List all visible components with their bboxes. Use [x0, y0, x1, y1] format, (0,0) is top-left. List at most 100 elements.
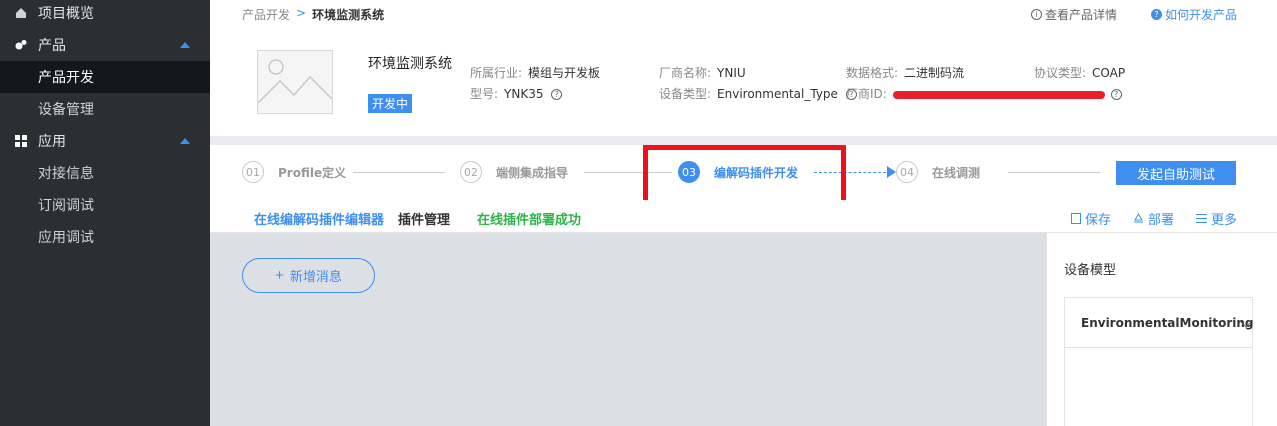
field-value: YNK35 — [504, 87, 544, 101]
action-toolbar: 保存 部署 更多 — [1070, 209, 1237, 228]
app-grid-icon — [14, 134, 28, 148]
sidebar-item-label: 应用 — [38, 134, 66, 150]
product-icon — [14, 38, 28, 52]
step-number: 01 — [242, 161, 264, 183]
more-button[interactable]: 更多 — [1195, 209, 1237, 228]
tab-online-editor[interactable]: 在线编解码插件编辑器 — [254, 209, 385, 236]
codec-editor-canvas[interactable]: + 新增消息 — [210, 233, 1046, 426]
step-number: 04 — [896, 161, 918, 183]
arrow-right-icon — [887, 166, 896, 178]
button-label: 新增消息 — [289, 269, 342, 284]
field-label: 厂商ID: — [846, 87, 887, 101]
sidebar-item-subscription-debug[interactable]: 订阅调试 — [0, 189, 210, 221]
field-value: Environmental_Type — [717, 87, 838, 101]
data-format-field: 数据格式: 二进制码流 — [846, 64, 964, 81]
industry-field: 所属行业: 模组与开发板 — [470, 64, 600, 81]
field-value: 二进制码流 — [904, 66, 965, 80]
deploy-button[interactable]: 部署 — [1133, 209, 1174, 228]
step-connector — [353, 172, 445, 173]
step-number: 02 — [460, 161, 482, 183]
deploy-icon — [1133, 213, 1143, 223]
sidebar-item-label: 设备管理 — [38, 102, 94, 118]
tabs-bar: 在线编解码插件编辑器 插件管理 在线插件部署成功 保存 部署 更多 — [210, 200, 1277, 236]
redacted-value — [892, 90, 1105, 99]
help-icon: ? — [1150, 9, 1162, 20]
sidebar-item-product-dev[interactable]: 产品开发 — [0, 61, 210, 93]
breadcrumb-current: 环境监测系统 — [312, 8, 385, 22]
field-value: 模组与开发板 — [528, 66, 601, 80]
sidebar: 项目概览 产品 产品开发 设备管理 应用 对接信息 订阅调试 应用调试 — [0, 0, 210, 426]
self-test-button[interactable]: 发起自助测试 — [1116, 161, 1236, 185]
status-badge: 开发中 — [368, 94, 413, 113]
field-label: 协议类型: — [1034, 66, 1087, 80]
step-online-test[interactable]: 04 在线调测 — [896, 161, 980, 183]
field-label: 型号: — [470, 87, 499, 101]
top-bar: 产品开发 > 环境监测系统 i 查看产品详情 ? 如何开发产品 — [210, 0, 1277, 30]
breadcrumb: 产品开发 > 环境监测系统 — [242, 6, 384, 23]
device-model-panel: 设备模型 EnvironmentalMonitoring — [1046, 233, 1277, 426]
save-icon — [1070, 213, 1081, 224]
step-label: 在线调测 — [932, 165, 981, 180]
step-integration[interactable]: 02 端侧集成指导 — [460, 161, 568, 183]
product-info-card: 环境监测系统 开发中 所属行业: 模组与开发板 型号: YNK35 ? 厂商名称: Y… — [210, 30, 1277, 136]
chevron-up-icon — [180, 138, 190, 144]
sidebar-item-label: 产品开发 — [38, 70, 94, 86]
main-content: 产品开发 > 环境监测系统 i 查看产品详情 ? 如何开发产品 环境监测系统 开… — [210, 0, 1277, 426]
chevron-up-icon — [180, 42, 190, 48]
plus-icon: + — [275, 267, 284, 284]
steps-bar: 01 Profile定义 02 端侧集成指导 03 编解码插件开发 04 在线调… — [210, 145, 1277, 209]
model-list: EnvironmentalMonitoring — [1064, 297, 1254, 426]
model-field: 型号: YNK35 ? — [470, 85, 563, 102]
add-message-button[interactable]: + 新增消息 — [242, 258, 375, 293]
action-label: 更多 — [1210, 213, 1237, 228]
field-value: COAP — [1092, 66, 1126, 80]
help-icon[interactable]: ? — [1110, 89, 1122, 100]
sidebar-item-label: 项目概览 — [38, 6, 94, 22]
action-label: 保存 — [1084, 213, 1111, 228]
save-button[interactable]: 保存 — [1070, 209, 1111, 228]
field-label: 厂商名称: — [659, 66, 712, 80]
breadcrumb-separator: > — [296, 6, 307, 20]
panel-title: 设备模型 — [1064, 263, 1117, 278]
selected-model: EnvironmentalMonitoring — [1081, 315, 1254, 330]
protocol-field: 协议类型: COAP — [1034, 64, 1125, 81]
how-to-develop-link[interactable]: ? 如何开发产品 — [1150, 6, 1237, 23]
image-icon — [257, 59, 333, 104]
field-label: 数据格式: — [846, 66, 899, 80]
sidebar-item-overview[interactable]: 项目概览 — [0, 0, 210, 29]
sidebar-item-label: 对接信息 — [38, 166, 94, 182]
sidebar-item-device-mgmt[interactable]: 设备管理 — [0, 93, 210, 125]
sidebar-item-label: 应用调试 — [38, 230, 94, 246]
vendor-field: 厂商名称: YNIU — [659, 64, 746, 81]
help-icon[interactable]: ? — [551, 89, 563, 100]
action-label: 部署 — [1147, 213, 1174, 228]
vendor-id-field: 厂商ID: ? — [846, 85, 1122, 102]
step-label: 端侧集成指导 — [496, 165, 569, 180]
field-label: 所属行业: — [470, 66, 523, 80]
device-type-field: 设备类型: Environmental_Type ? — [659, 85, 857, 102]
sidebar-item-label: 产品 — [38, 38, 66, 54]
product-image-placeholder — [257, 50, 333, 114]
field-value: YNIU — [717, 66, 746, 80]
top-links: i 查看产品详情 ? 如何开发产品 — [1030, 6, 1237, 23]
product-name: 环境监测系统 — [368, 56, 452, 72]
view-product-details-link[interactable]: i 查看产品详情 — [1030, 6, 1117, 23]
sidebar-item-label: 订阅调试 — [38, 198, 94, 214]
link-label: 查看产品详情 — [1044, 8, 1117, 22]
step-profile[interactable]: 01 Profile定义 — [242, 161, 346, 183]
tab-plugin-management[interactable]: 插件管理 — [398, 209, 450, 228]
deploy-success-status: 在线插件部署成功 — [477, 213, 582, 228]
info-icon: i — [1030, 9, 1042, 20]
step-label: Profile定义 — [278, 165, 347, 180]
menu-icon — [1195, 214, 1207, 223]
sidebar-item-app-debug[interactable]: 应用调试 — [0, 221, 210, 253]
sidebar-item-app[interactable]: 应用 — [0, 125, 210, 157]
model-select[interactable]: EnvironmentalMonitoring — [1065, 298, 1254, 348]
sidebar-item-integration[interactable]: 对接信息 — [0, 157, 210, 189]
field-label: 设备类型: — [659, 87, 712, 101]
home-icon — [14, 6, 28, 20]
link-label: 如何开发产品 — [1164, 8, 1237, 22]
step-connector — [1008, 172, 1100, 173]
sidebar-item-product[interactable]: 产品 — [0, 29, 210, 61]
breadcrumb-parent[interactable]: 产品开发 — [242, 6, 290, 23]
